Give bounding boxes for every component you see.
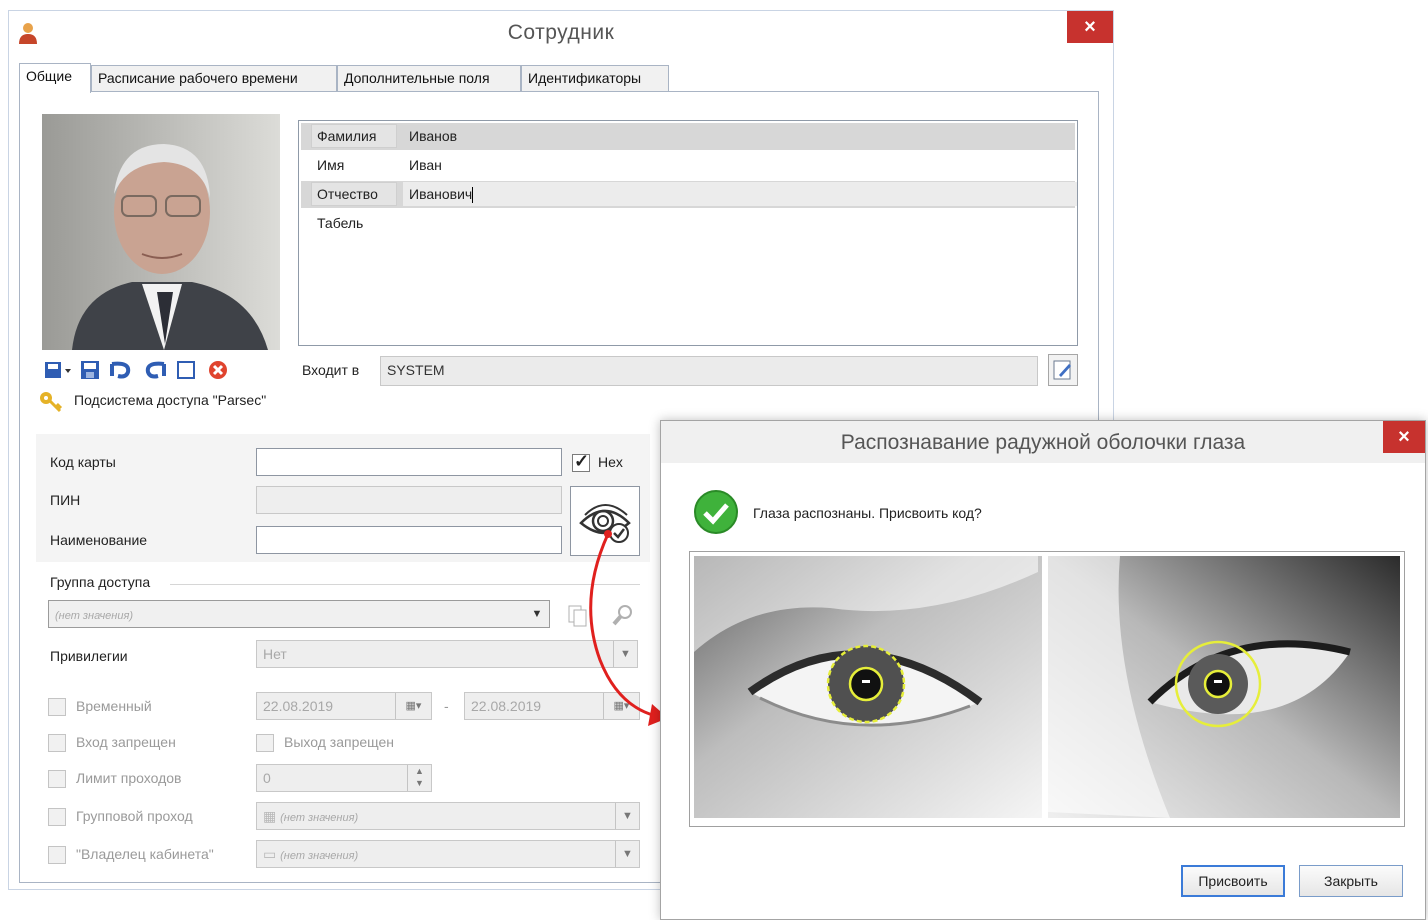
folder-icon: ▭ xyxy=(263,846,277,862)
spinner-arrows-icon: ▲ ▼ xyxy=(407,765,431,791)
edit-org-button[interactable] xyxy=(1048,354,1078,386)
grid-key: Фамилия xyxy=(317,128,377,144)
dialog-title-bar: Распознавание радужной оболочки глаза × xyxy=(661,421,1425,463)
tab-general[interactable]: Общие xyxy=(19,63,91,93)
grid-key: Имя xyxy=(317,157,345,173)
hex-checkbox[interactable]: ✓ xyxy=(572,451,590,472)
grid-value[interactable]: Иванов xyxy=(409,128,457,144)
access-group-label: Группа доступа xyxy=(50,574,151,590)
office-owner-label: "Владелец кабинета" xyxy=(76,846,214,862)
grid-key: Отчество xyxy=(317,186,378,202)
office-owner-select: ▭ (нет значения) ▼ xyxy=(256,840,640,868)
date-to-value: 22.08.2019 xyxy=(471,698,542,714)
privileges-label: Привилегии xyxy=(50,648,128,664)
card-code-input[interactable] xyxy=(256,448,562,476)
grid-value[interactable]: Иван xyxy=(409,157,442,173)
hex-label: Hex xyxy=(598,454,623,470)
pass-limit-value: 0 xyxy=(263,770,271,786)
text-caret xyxy=(472,187,474,204)
blank-page-icon[interactable] xyxy=(176,360,196,380)
name-label: Наименование xyxy=(50,532,148,548)
chevron-down-icon: ▼ xyxy=(615,841,639,867)
entry-forbidden-checkbox xyxy=(48,734,66,752)
dialog-close-text-button[interactable]: Закрыть xyxy=(1299,865,1403,897)
key-icon xyxy=(40,392,63,413)
grid-value-edit[interactable]: Иванович xyxy=(409,186,474,204)
tab-identifiers[interactable]: Идентификаторы xyxy=(521,65,669,91)
redo-icon[interactable] xyxy=(142,360,168,380)
org-field: SYSTEM xyxy=(380,356,1038,386)
eye-images xyxy=(694,556,1400,818)
tab-schedule[interactable]: Расписание рабочего времени xyxy=(91,65,337,91)
iris-recognition-dialog: Распознавание радужной оболочки глаза × … xyxy=(660,420,1426,920)
tab-extra-fields[interactable]: Дополнительные поля xyxy=(337,65,521,91)
person-name-grid: Фамилия Иванов Имя Иван Отчество Иванови… xyxy=(298,120,1078,346)
privileges-value: Нет xyxy=(263,646,287,662)
grid-key: Табель xyxy=(317,215,364,231)
temporary-label: Временный xyxy=(76,698,152,714)
date-separator: - xyxy=(444,698,449,714)
grid-row-middlename[interactable]: Отчество Иванович xyxy=(301,181,1077,208)
office-owner-value: (нет значения) xyxy=(280,850,359,862)
grid-row-tabnum[interactable]: Табель xyxy=(301,210,1075,237)
pin-input xyxy=(256,486,562,514)
edit-icon xyxy=(1053,360,1071,380)
exit-forbidden-label: Выход запрещен xyxy=(284,734,395,750)
card-code-label: Код карты xyxy=(50,454,116,470)
assign-button[interactable]: Присвоить xyxy=(1181,865,1285,897)
pass-limit-spinner: 0 ▲ ▼ xyxy=(256,764,432,792)
title-bar: Сотрудник × xyxy=(9,11,1113,55)
date-from-input: 22.08.2019 ▦▾ xyxy=(256,692,432,720)
org-label: Входит в xyxy=(302,362,360,378)
access-group-placeholder: (нет значения) xyxy=(55,610,133,622)
window-title: Сотрудник xyxy=(507,21,615,44)
group-pass-checkbox xyxy=(48,808,66,826)
checkmark-icon: ✓ xyxy=(574,451,590,471)
pass-limit-checkbox xyxy=(48,770,66,788)
chevron-down-icon: ▼ xyxy=(615,803,639,829)
calendar-dropdown-icon: ▦▾ xyxy=(395,693,431,719)
grid-value[interactable]: Иванович xyxy=(409,186,472,202)
dialog-message: Глаза распознаны. Присвоить код? xyxy=(753,505,982,521)
grid-row-firstname[interactable]: Имя Иван xyxy=(301,152,1075,179)
group-pass-label: Групповой проход xyxy=(76,808,193,824)
group-pass-value: (нет значения) xyxy=(280,812,359,824)
date-from-value: 22.08.2019 xyxy=(263,698,334,714)
office-owner-checkbox xyxy=(48,846,66,864)
temporary-checkbox xyxy=(48,698,66,716)
exit-forbidden-checkbox xyxy=(256,734,274,752)
save-dropdown-icon[interactable] xyxy=(44,360,72,380)
chevron-down-icon: ▼ xyxy=(531,608,543,620)
grid-row-lastname[interactable]: Фамилия Иванов xyxy=(301,123,1075,150)
employee-photo[interactable] xyxy=(42,114,280,350)
pass-limit-label: Лимит проходов xyxy=(76,770,182,786)
dialog-close-button[interactable]: × xyxy=(1383,421,1425,453)
undo-icon[interactable] xyxy=(108,360,134,380)
group-pass-select: ▦ (нет значения) ▼ xyxy=(256,802,640,830)
close-button[interactable]: × xyxy=(1067,11,1113,43)
entry-forbidden-label: Вход запрещен xyxy=(76,734,176,750)
group-icon: ▦ xyxy=(263,808,277,824)
save-icon[interactable] xyxy=(80,360,100,380)
check-circle-icon xyxy=(694,490,738,534)
name-input[interactable] xyxy=(256,526,562,554)
pin-label: ПИН xyxy=(50,492,81,508)
access-group-select[interactable]: (нет значения) ▼ xyxy=(48,600,550,628)
dialog-title: Распознавание радужной оболочки глаза xyxy=(840,431,1246,454)
eye-images-panel xyxy=(689,551,1405,827)
delete-icon[interactable] xyxy=(208,360,228,380)
subsystem-label: Подсистема доступа "Parsec" xyxy=(74,392,267,408)
